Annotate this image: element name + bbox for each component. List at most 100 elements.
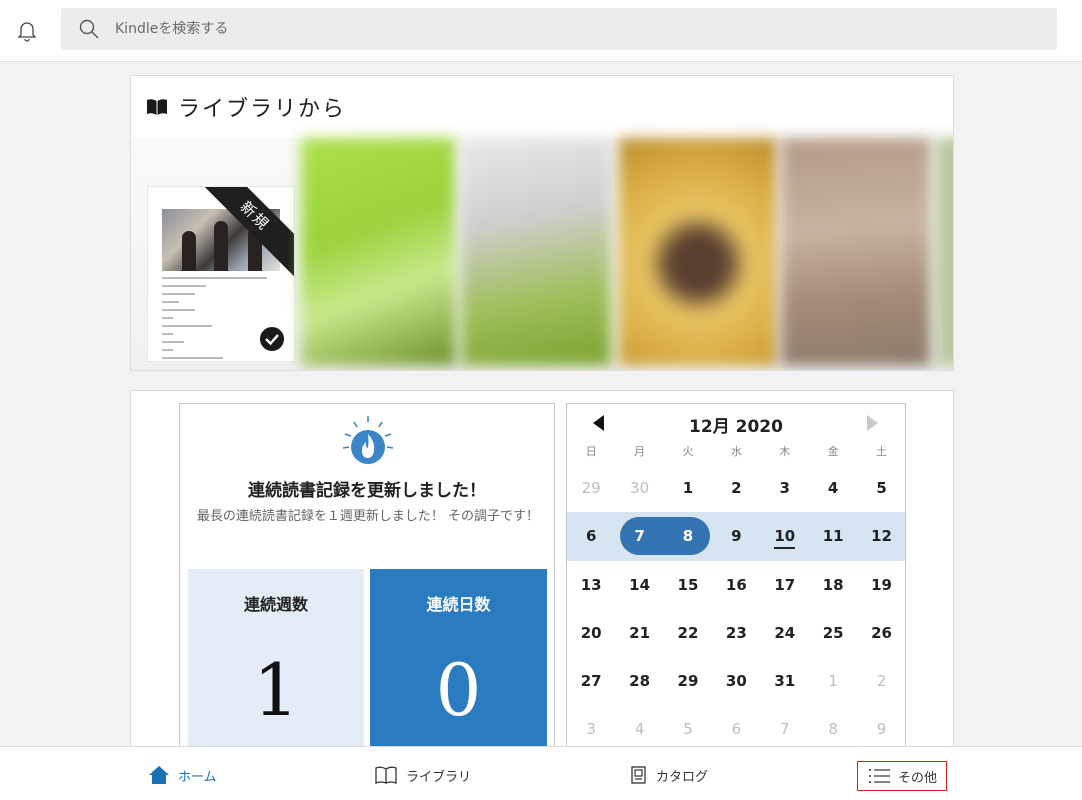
calendar-day[interactable]: 20 (567, 609, 615, 657)
nav-home[interactable]: ホーム (148, 761, 217, 789)
calendar-day[interactable]: 7 (761, 705, 809, 750)
streak-weeks-box: 連続週数 1 (188, 569, 364, 750)
nav-catalog[interactable]: カタログ (630, 761, 708, 789)
calendar-day[interactable]: 8 (809, 705, 857, 750)
calendar-day[interactable]: 29 (567, 464, 615, 512)
search-bar[interactable] (61, 8, 1057, 50)
calendar-day-number: 1 (828, 672, 838, 691)
nav-more-label: その他 (898, 770, 938, 786)
book-cover[interactable] (301, 138, 456, 366)
book-cover[interactable] (619, 138, 777, 366)
calendar-day-number: 3 (779, 479, 790, 497)
streak-days-label: 連続日数 (426, 595, 491, 614)
next-month-arrow-icon[interactable] (867, 415, 878, 431)
calendar-day[interactable]: 3 (761, 464, 809, 512)
weekday-header: 日 月 火 水 木 金 土 (567, 440, 905, 464)
library-header[interactable]: ライブラリから (146, 90, 346, 124)
calendar-day[interactable]: 29 (664, 657, 712, 705)
library-title: ライブラリから (178, 97, 347, 122)
bell-icon[interactable] (15, 18, 39, 42)
library-panel: ライブラリから 新規 (130, 75, 954, 371)
calendar-day-number: 2 (876, 672, 887, 691)
calendar-week-row: 13 14 15 16 17 18 19 (567, 561, 905, 609)
calendar-week-row: 27 28 29 30 31 1 2 (567, 657, 905, 705)
calendar-day[interactable]: 19 (857, 561, 905, 609)
calendar-day-number: 23 (725, 623, 747, 642)
calendar-week-row: 3 4 5 6 7 8 9 (567, 705, 905, 750)
book-cover[interactable]: 新規 (147, 186, 295, 362)
calendar-day[interactable]: 3 (567, 705, 615, 750)
top-bar (0, 0, 1082, 62)
calendar-day-number: 6 (731, 720, 742, 739)
nav-home-label: ホーム (178, 769, 217, 785)
calendar-day[interactable]: 12 (857, 512, 905, 560)
calendar-day[interactable]: 28 (615, 657, 663, 705)
calendar-day[interactable]: 25 (809, 609, 857, 657)
streak-card: 連続読書記録を更新しました！ 最長の連続読書記録を１週更新しました！ その調子で… (179, 403, 555, 750)
calendar-day[interactable]: 1 (809, 657, 857, 705)
calendar-day-number: 10 (774, 527, 796, 550)
calendar-week-row: 6 7 8 9 10 11 12 (567, 512, 905, 561)
calendar-day-number: 19 (871, 575, 892, 594)
open-book-icon (147, 99, 167, 115)
calendar-day-number: 12 (871, 527, 892, 546)
calendar-grid: 日 月 火 水 木 金 土 29 30 1 2 3 4 5 6 7 8 9 10 11 12 13 14 15 1… (567, 440, 905, 750)
previous-month-arrow-icon[interactable] (593, 415, 604, 431)
calendar-day[interactable]: 5 (664, 705, 712, 750)
calendar-day[interactable]: 9 (712, 512, 760, 560)
calendar-week-row: 29 30 1 2 3 4 5 (567, 464, 905, 512)
calendar-day[interactable]: 4 (615, 705, 663, 750)
calendar-month-title: 12月 2020 (689, 417, 783, 437)
calendar-day[interactable]: 1 (664, 464, 712, 512)
calendar-day[interactable]: 18 (809, 561, 857, 609)
calendar-day-number: 3 (586, 720, 596, 739)
calendar-day-number: 5 (876, 479, 887, 497)
calendar-day[interactable]: 11 (809, 512, 857, 560)
search-input[interactable] (115, 8, 1015, 50)
calendar-day[interactable]: 2 (712, 464, 760, 512)
calendar: 12月 2020 日 月 火 水 木 金 土 29 30 1 2 3 4 5 6 7 8 9 10 11… (566, 403, 906, 750)
nav-library-label: ライブラリ (406, 769, 472, 785)
calendar-day[interactable]: 30 (615, 464, 663, 512)
calendar-day[interactable]: 21 (615, 609, 663, 657)
weekday-label: 火 (682, 445, 694, 458)
calendar-day[interactable]: 15 (664, 561, 712, 609)
calendar-day[interactable]: 7 (615, 512, 663, 560)
book-cover[interactable] (781, 138, 931, 366)
calendar-day[interactable]: 24 (761, 609, 809, 657)
calendar-day[interactable]: 5 (857, 464, 905, 512)
calendar-day[interactable]: 22 (664, 609, 712, 657)
calendar-day[interactable]: 4 (809, 464, 857, 512)
book-cover[interactable] (461, 138, 611, 366)
calendar-day[interactable]: 9 (857, 705, 905, 750)
calendar-day[interactable]: 30 (712, 657, 760, 705)
calendar-day[interactable]: 10 (761, 512, 809, 560)
calendar-day[interactable]: 14 (615, 561, 663, 609)
nav-more[interactable]: その他 (857, 761, 947, 791)
calendar-day[interactable]: 26 (857, 609, 905, 657)
calendar-day[interactable]: 2 (857, 657, 905, 705)
calendar-day-number: 14 (629, 575, 651, 594)
calendar-day[interactable]: 27 (567, 657, 615, 705)
calendar-day-number: 30 (725, 672, 747, 691)
book-cover[interactable] (936, 138, 953, 366)
weekday-label: 水 (730, 445, 742, 458)
catalog-icon (631, 766, 646, 784)
streak-heading: 連続読書記録を更新しました！ (248, 481, 486, 501)
calendar-day[interactable]: 6 (567, 512, 615, 560)
calendar-day[interactable]: 8 (664, 512, 712, 560)
calendar-day[interactable]: 6 (712, 705, 760, 750)
calendar-day-number: 13 (580, 575, 602, 594)
calendar-day-number: 27 (580, 672, 602, 691)
calendar-day[interactable]: 31 (761, 657, 809, 705)
calendar-day[interactable]: 17 (761, 561, 809, 609)
calendar-day[interactable]: 13 (567, 561, 615, 609)
open-book-icon (375, 766, 397, 784)
calendar-day-number: 29 (581, 479, 601, 497)
calendar-day-number: 21 (629, 623, 651, 642)
nav-library[interactable]: ライブラリ (374, 761, 471, 789)
calendar-day[interactable]: 23 (712, 609, 760, 657)
calendar-day-number: 11 (822, 527, 844, 546)
calendar-day-number: 2 (731, 479, 742, 497)
calendar-day[interactable]: 16 (712, 561, 760, 609)
